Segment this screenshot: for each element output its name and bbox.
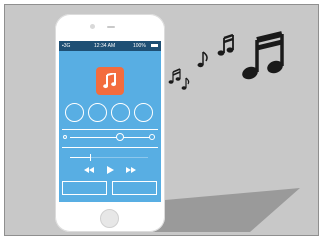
volume-slider-thumb[interactable] [115,133,124,141]
beamed-notes-icon [217,33,234,56]
playlist-circle[interactable] [134,103,153,122]
divider [62,147,158,148]
playlist-circles [63,103,157,127]
playlist-circle[interactable] [111,103,130,122]
eighth-note-icon [197,51,208,68]
track-progress-bar[interactable] [70,157,148,158]
status-bar: ▪3G 12:34 AM 100% [59,41,161,51]
track-progress-fill [70,157,90,158]
rewind-icon[interactable] [84,167,94,173]
track-progress-marker[interactable] [89,154,91,161]
floating-music-notes [168,31,284,90]
volume-high-icon [149,134,155,140]
clock: 12:34 AM [94,43,116,49]
network-label: 3G [63,43,71,49]
front-camera [90,24,95,29]
volume-slider-track[interactable] [70,137,150,138]
speaker-grille [107,26,115,28]
music-app-icon[interactable] [96,67,124,95]
fast-forward-icon[interactable] [126,167,136,173]
signal-indicator: ▪3G [62,41,70,51]
volume-low-icon [63,135,67,139]
home-button[interactable] [100,209,119,228]
large-beamed-notes-icon [242,31,284,80]
battery-percent: 100% [133,43,146,49]
playlist-circle[interactable] [88,103,107,122]
battery-icon [151,44,158,47]
right-action-button[interactable] [112,181,157,195]
divider [62,129,158,130]
music-note-icon [103,73,116,89]
phone-screen: ▪3G 12:34 AM 100% [59,41,161,202]
play-icon[interactable] [107,166,114,174]
small-note-icon [181,77,190,90]
playback-controls [84,166,136,174]
sixteenth-notes-icon [168,68,181,84]
left-action-button[interactable] [62,181,107,195]
playlist-circle[interactable] [65,103,84,122]
